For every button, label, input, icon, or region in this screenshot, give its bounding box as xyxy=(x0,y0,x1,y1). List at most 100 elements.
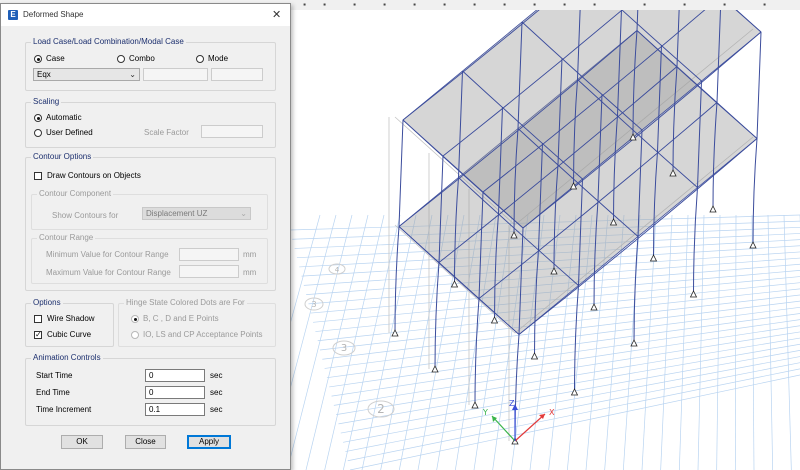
ok-button[interactable]: OK xyxy=(61,435,103,449)
x-axis-label: X xyxy=(549,408,555,417)
hinge-iolscp-radio[interactable] xyxy=(131,331,139,339)
grid-line xyxy=(319,294,800,351)
model-3d-view: 2 3 3 4 X Y Z xyxy=(290,10,800,470)
close-button[interactable]: Close xyxy=(125,435,166,449)
support-icon xyxy=(530,352,539,360)
grid-line xyxy=(338,343,800,425)
automatic-radio[interactable] xyxy=(34,114,42,122)
start-time-input[interactable]: 0 xyxy=(145,369,205,382)
toolbar-icon[interactable]: ▪ xyxy=(380,1,389,9)
close-icon[interactable]: ✕ xyxy=(272,8,281,21)
draw-contours-checkbox[interactable] xyxy=(34,172,42,180)
toolbar-icon[interactable]: ▪ xyxy=(530,1,539,9)
grid-line xyxy=(347,368,800,462)
support-icon xyxy=(749,241,757,249)
support-icon xyxy=(709,205,717,213)
support-icon xyxy=(649,254,658,262)
toolbar-icon[interactable]: ▪ xyxy=(500,1,509,9)
end-time-unit: sec xyxy=(210,388,223,397)
start-time-label: Start Time xyxy=(36,371,73,380)
draw-contours-label: Draw Contours on Objects xyxy=(47,171,141,180)
grid-line xyxy=(340,350,800,434)
toolbar-icon[interactable]: ▪ xyxy=(680,1,689,9)
combo-label: Combo xyxy=(129,54,155,63)
grid-line xyxy=(697,214,705,470)
time-increment-unit: sec xyxy=(210,405,223,414)
grid-bubble-label: 4 xyxy=(335,266,340,274)
case-radio[interactable] xyxy=(34,55,42,63)
hinge-iolscp-label: IO, LS and CP Acceptance Points xyxy=(143,330,263,339)
toolbar-icon[interactable]: ▪ xyxy=(560,1,569,9)
toolbar-icon[interactable]: ▪ xyxy=(470,1,479,9)
toolbar-icon[interactable]: ▪ xyxy=(300,1,309,9)
grid-bubble-label: 3 xyxy=(341,343,347,354)
toolbar-icon[interactable]: ▪ xyxy=(720,1,729,9)
min-range-unit: mm xyxy=(243,250,257,259)
contour-options-legend: Contour Options xyxy=(31,152,94,162)
end-time-input[interactable]: 0 xyxy=(145,386,205,399)
time-increment-input[interactable]: 0.1 xyxy=(145,403,205,416)
model-viewport[interactable]: 2 3 3 4 X Y Z xyxy=(290,10,800,470)
contour-range-legend: Contour Range xyxy=(37,233,96,243)
grid-bubble-label: 2 xyxy=(377,402,385,416)
hinge-state-legend: Hinge State Colored Dots are For xyxy=(124,298,247,308)
dialog-titlebar[interactable]: E Deformed Shape ✕ xyxy=(1,4,290,26)
cubic-curve-checkbox[interactable]: ✓ xyxy=(34,331,42,339)
options-group: Options xyxy=(25,298,114,347)
hinge-bcde-label: B, C , D and E Points xyxy=(143,314,219,323)
toolbar-icon[interactable]: ▪ xyxy=(410,1,419,9)
grid-line xyxy=(783,214,792,470)
time-increment-label: Time Increment xyxy=(36,405,92,414)
animation-controls-legend: Animation Controls xyxy=(31,353,103,363)
grid-line xyxy=(345,362,800,452)
support-icon xyxy=(590,303,598,311)
grid-bubble-label: 3 xyxy=(311,300,316,309)
toolbar-icon[interactable]: ▪ xyxy=(760,1,769,9)
min-range-input[interactable] xyxy=(179,248,239,261)
min-range-label: Minimum Value for Contour Range xyxy=(46,250,169,259)
support-icon xyxy=(570,388,579,396)
chevron-down-icon: ⌄ xyxy=(129,70,136,79)
scaling-legend: Scaling xyxy=(31,97,62,107)
toolbar-icon[interactable]: ▪ xyxy=(320,1,329,9)
dialog-title: Deformed Shape xyxy=(23,10,84,19)
z-axis-label: Z xyxy=(509,399,515,408)
load-case-select[interactable]: Eqx ⌄ xyxy=(33,68,140,81)
combo-select[interactable] xyxy=(143,68,208,81)
mode-label: Mode xyxy=(208,54,229,63)
cubic-curve-label: Cubic Curve xyxy=(47,330,92,339)
hinge-state-group: Hinge State Colored Dots are For xyxy=(118,298,276,347)
contour-component-select[interactable]: Displacement UZ ⌄ xyxy=(142,207,251,220)
support-icon xyxy=(471,401,479,409)
toolbar-icon[interactable]: ▪ xyxy=(440,1,449,9)
hinge-bcde-radio[interactable] xyxy=(131,315,139,323)
user-defined-radio[interactable] xyxy=(34,129,42,137)
options-legend: Options xyxy=(31,298,63,308)
grid-line xyxy=(324,214,385,470)
combo-radio[interactable] xyxy=(117,55,125,63)
mode-radio[interactable] xyxy=(196,55,204,63)
max-range-input[interactable] xyxy=(179,265,239,278)
wire-shadow-label: Wire Shadow xyxy=(47,314,95,323)
chevron-down-icon: ⌄ xyxy=(240,209,247,218)
start-time-unit: sec xyxy=(210,371,223,380)
apply-button[interactable]: Apply xyxy=(187,435,231,449)
grid-line xyxy=(716,214,721,470)
scale-factor-label: Scale Factor xyxy=(144,128,189,137)
y-axis-label: Y xyxy=(482,408,488,417)
support-icon xyxy=(689,290,698,298)
grid-line xyxy=(751,214,755,470)
toolbar-icon[interactable]: ▪ xyxy=(350,1,359,9)
toolbar-icon[interactable]: ▪ xyxy=(640,1,649,9)
user-defined-label: User Defined xyxy=(46,128,93,137)
load-case-group: Load Case/Load Combination/Modal Case xyxy=(25,37,276,91)
max-range-unit: mm xyxy=(243,268,257,277)
support-icon xyxy=(431,365,439,373)
load-case-legend: Load Case/Load Combination/Modal Case xyxy=(31,37,186,47)
contour-component-legend: Contour Component xyxy=(37,189,114,199)
mode-select[interactable] xyxy=(211,68,263,81)
wire-shadow-checkbox[interactable] xyxy=(34,315,42,323)
scale-factor-input[interactable] xyxy=(201,125,263,138)
etabs-app-icon: E xyxy=(8,10,18,20)
toolbar-icon[interactable]: ▪ xyxy=(590,1,599,9)
